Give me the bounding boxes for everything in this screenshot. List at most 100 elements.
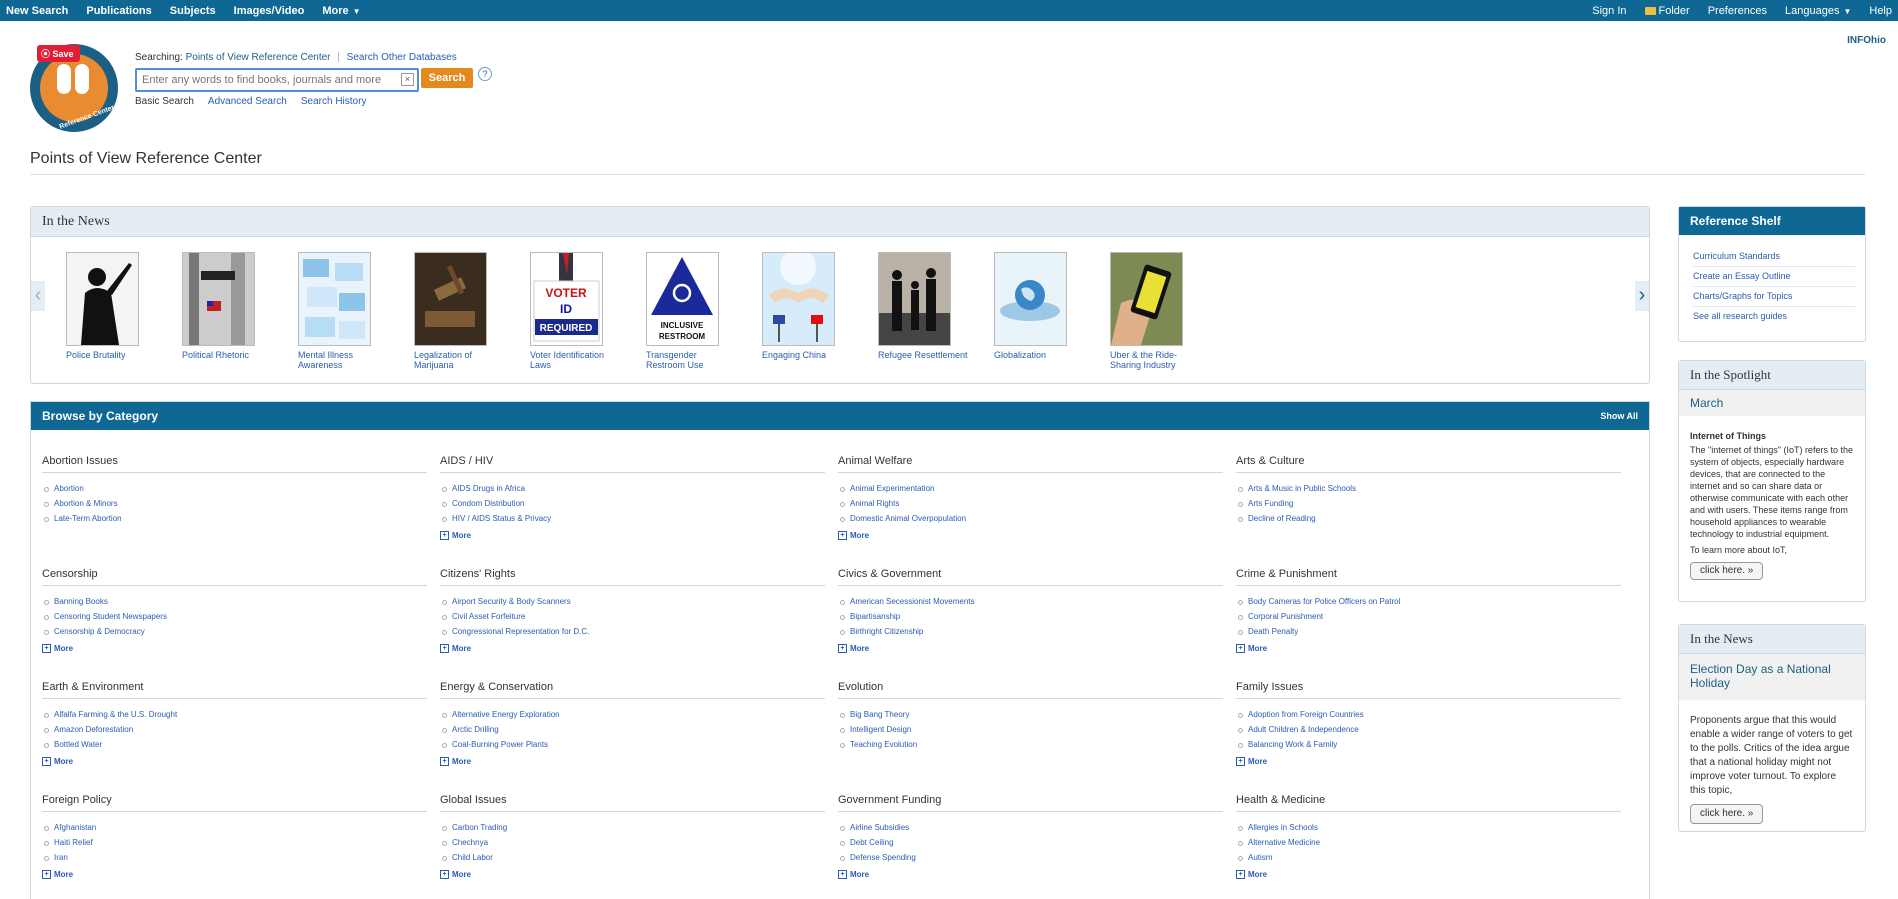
sign-in-link[interactable]: Sign In	[1592, 5, 1626, 17]
category-title[interactable]: Arts & Culture	[1236, 455, 1621, 473]
category-topic-link[interactable]: Late-Term Abortion	[42, 511, 427, 526]
category-title[interactable]: Global Issues	[440, 794, 825, 812]
category-topic-link[interactable]: Body Cameras for Police Officers on Patr…	[1236, 594, 1621, 609]
category-topic-link[interactable]: Arts Funding	[1236, 496, 1621, 511]
category-more-link[interactable]: + More	[440, 644, 825, 653]
advanced-search-link[interactable]: Advanced Search	[208, 96, 287, 107]
database-logo[interactable]: Reference Center ⦿ Save	[30, 44, 118, 132]
category-topic-link[interactable]: Abortion & Minors	[42, 496, 427, 511]
voter-id-sign-thumbnail[interactable]: VOTER ID REQUIRED	[530, 252, 603, 346]
search-other-databases-link[interactable]: Search Other Databases	[347, 52, 457, 63]
show-all-link[interactable]: Show All	[1600, 402, 1638, 430]
spotlight-month[interactable]: March	[1679, 390, 1865, 416]
restroom-sign-thumbnail[interactable]: INCLUSIVE RESTROOM	[646, 252, 719, 346]
news-item[interactable]: Mental Illness Awareness	[298, 252, 388, 370]
more-menu[interactable]: More ▼	[322, 5, 360, 17]
search-button[interactable]: Search	[421, 68, 473, 88]
category-more-link[interactable]: + More	[42, 757, 427, 766]
preferences-link[interactable]: Preferences	[1708, 5, 1767, 17]
category-topic-link[interactable]: Coal-Burning Power Plants	[440, 737, 825, 752]
category-topic-link[interactable]: Corporal Punishment	[1236, 609, 1621, 624]
spotlight-click-here-button[interactable]: click here. »	[1690, 562, 1764, 580]
news-item[interactable]: Political Rhetoric	[182, 252, 272, 360]
category-topic-link[interactable]: Big Bang Theory	[838, 707, 1223, 722]
handshake-flags-thumbnail[interactable]	[762, 252, 835, 346]
category-title[interactable]: Crime & Punishment	[1236, 568, 1621, 586]
news-item[interactable]: Police Brutality	[66, 252, 156, 360]
category-title[interactable]: Health & Medicine	[1236, 794, 1621, 812]
news-item-label[interactable]: Political Rhetoric	[182, 350, 272, 360]
category-topic-link[interactable]: Bipartisanship	[838, 609, 1223, 624]
category-topic-link[interactable]: Adult Children & Independence	[1236, 722, 1621, 737]
category-topic-link[interactable]: Condom Distribution	[440, 496, 825, 511]
chevron-right-icon[interactable]: ›	[1635, 281, 1649, 311]
help-link[interactable]: Help	[1869, 5, 1892, 17]
category-topic-link[interactable]: Carbon Trading	[440, 820, 825, 835]
category-topic-link[interactable]: Congressional Representation for D.C.	[440, 624, 825, 639]
news-item-label[interactable]: Legalization of Marijuana	[414, 350, 504, 370]
category-topic-link[interactable]: Arctic Drilling	[440, 722, 825, 737]
category-topic-link[interactable]: HIV / AIDS Status & Privacy	[440, 511, 825, 526]
category-more-link[interactable]: + More	[838, 870, 1223, 879]
category-title[interactable]: AIDS / HIV	[440, 455, 825, 473]
category-more-link[interactable]: + More	[838, 531, 1223, 540]
category-title[interactable]: Government Funding	[838, 794, 1223, 812]
subjects-link[interactable]: Subjects	[170, 5, 216, 17]
current-database-link[interactable]: Points of View Reference Center	[186, 52, 331, 63]
news-item-label[interactable]: Refugee Resettlement	[878, 350, 968, 360]
new-search-link[interactable]: New Search	[6, 5, 68, 17]
category-topic-link[interactable]: Airport Security & Body Scanners	[440, 594, 825, 609]
category-title[interactable]: Family Issues	[1236, 681, 1621, 699]
reference-link[interactable]: Charts/Graphs for Topics	[1693, 287, 1855, 307]
news-item[interactable]: INCLUSIVE RESTROOM Transgender Restroom U…	[646, 252, 736, 370]
news-item[interactable]: Legalization of Marijuana	[414, 252, 504, 370]
category-topic-link[interactable]: Animal Experimentation	[838, 481, 1223, 496]
category-topic-link[interactable]: Death Penalty	[1236, 624, 1621, 639]
category-topic-link[interactable]: Bottled Water	[42, 737, 427, 752]
globe-thumbnail[interactable]	[994, 252, 1067, 346]
category-topic-link[interactable]: Abortion	[42, 481, 427, 496]
category-title[interactable]: Citizens' Rights	[440, 568, 825, 586]
news-item-label[interactable]: Globalization	[994, 350, 1084, 360]
category-topic-link[interactable]: Arts & Music in Public Schools	[1236, 481, 1621, 496]
category-topic-link[interactable]: American Secessionist Movements	[838, 594, 1223, 609]
reference-link[interactable]: See all research guides	[1693, 307, 1855, 326]
search-input[interactable]	[137, 71, 397, 89]
category-title[interactable]: Civics & Government	[838, 568, 1223, 586]
category-more-link[interactable]: + More	[1236, 757, 1621, 766]
news-item-label[interactable]: Uber & the Ride-Sharing Industry	[1110, 350, 1200, 370]
gavel-thumbnail[interactable]	[414, 252, 487, 346]
refugee-family-thumbnail[interactable]	[878, 252, 951, 346]
category-topic-link[interactable]: Censorship & Democracy	[42, 624, 427, 639]
news-item[interactable]: Refugee Resettlement	[878, 252, 968, 360]
chevron-left-icon[interactable]: ‹	[31, 281, 45, 311]
category-topic-link[interactable]: Alfalfa Farming & the U.S. Drought	[42, 707, 427, 722]
category-more-link[interactable]: + More	[1236, 644, 1621, 653]
category-topic-link[interactable]: Amazon Deforestation	[42, 722, 427, 737]
category-more-link[interactable]: + More	[440, 757, 825, 766]
category-topic-link[interactable]: Domestic Animal Overpopulation	[838, 511, 1223, 526]
phone-hand-thumbnail[interactable]	[1110, 252, 1183, 346]
category-topic-link[interactable]: Adoption from Foreign Countries	[1236, 707, 1621, 722]
category-topic-link[interactable]: Animal Rights	[838, 496, 1223, 511]
category-title[interactable]: Abortion Issues	[42, 455, 427, 473]
category-more-link[interactable]: + More	[1236, 870, 1621, 879]
police-silhouette-thumbnail[interactable]	[66, 252, 139, 346]
category-topic-link[interactable]: Banning Books	[42, 594, 427, 609]
category-topic-link[interactable]: Birthright Citizenship	[838, 624, 1223, 639]
news-item[interactable]: Globalization	[994, 252, 1084, 360]
category-topic-link[interactable]: Balancing Work & Family	[1236, 737, 1621, 752]
basic-search-link[interactable]: Basic Search	[135, 96, 194, 107]
news-item-label[interactable]: Mental Illness Awareness	[298, 350, 388, 370]
reference-link[interactable]: Create an Essay Outline	[1693, 267, 1855, 287]
category-more-link[interactable]: + More	[440, 870, 825, 879]
category-more-link[interactable]: + More	[440, 531, 825, 540]
category-title[interactable]: Foreign Policy	[42, 794, 427, 812]
category-topic-link[interactable]: Intelligent Design	[838, 722, 1223, 737]
category-title[interactable]: Animal Welfare	[838, 455, 1223, 473]
side-news-click-here-button[interactable]: click here. »	[1690, 804, 1764, 824]
category-title[interactable]: Censorship	[42, 568, 427, 586]
news-item[interactable]: VOTER ID REQUIRED Voter Identification Law…	[530, 252, 620, 370]
category-topic-link[interactable]: Allergies in Schools	[1236, 820, 1621, 835]
side-news-headline[interactable]: Election Day as a National Holiday	[1679, 654, 1865, 700]
